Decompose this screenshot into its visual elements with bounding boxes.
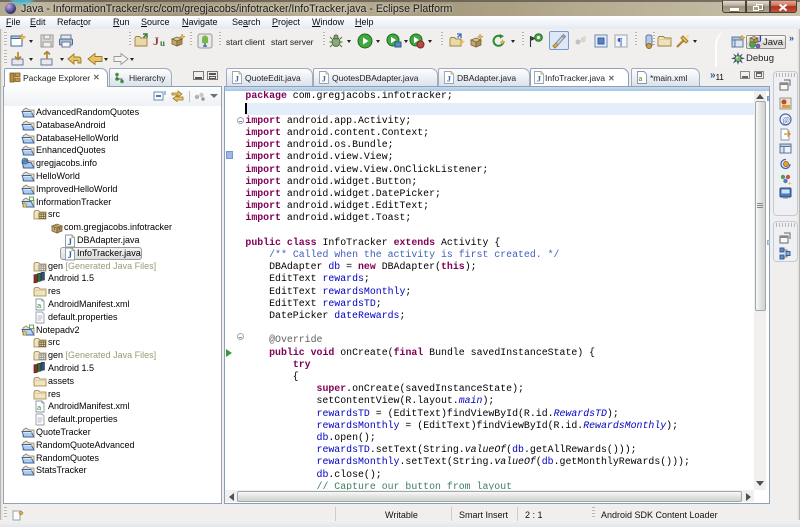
svg-text:J: J [447,74,452,84]
svg-text:J: J [322,74,327,84]
svg-text:J: J [68,250,73,260]
svg-text:J: J [235,74,240,84]
svg-text:J: J [68,237,73,247]
svg-text:¶: ¶ [618,36,623,48]
svg-text:J: J [153,34,159,48]
svg-text:J: J [537,74,542,84]
svg-text:J: J [758,35,763,44]
svg-text:a: a [639,76,643,83]
svg-text:u: u [160,38,165,48]
svg-text:@: @ [783,116,790,125]
